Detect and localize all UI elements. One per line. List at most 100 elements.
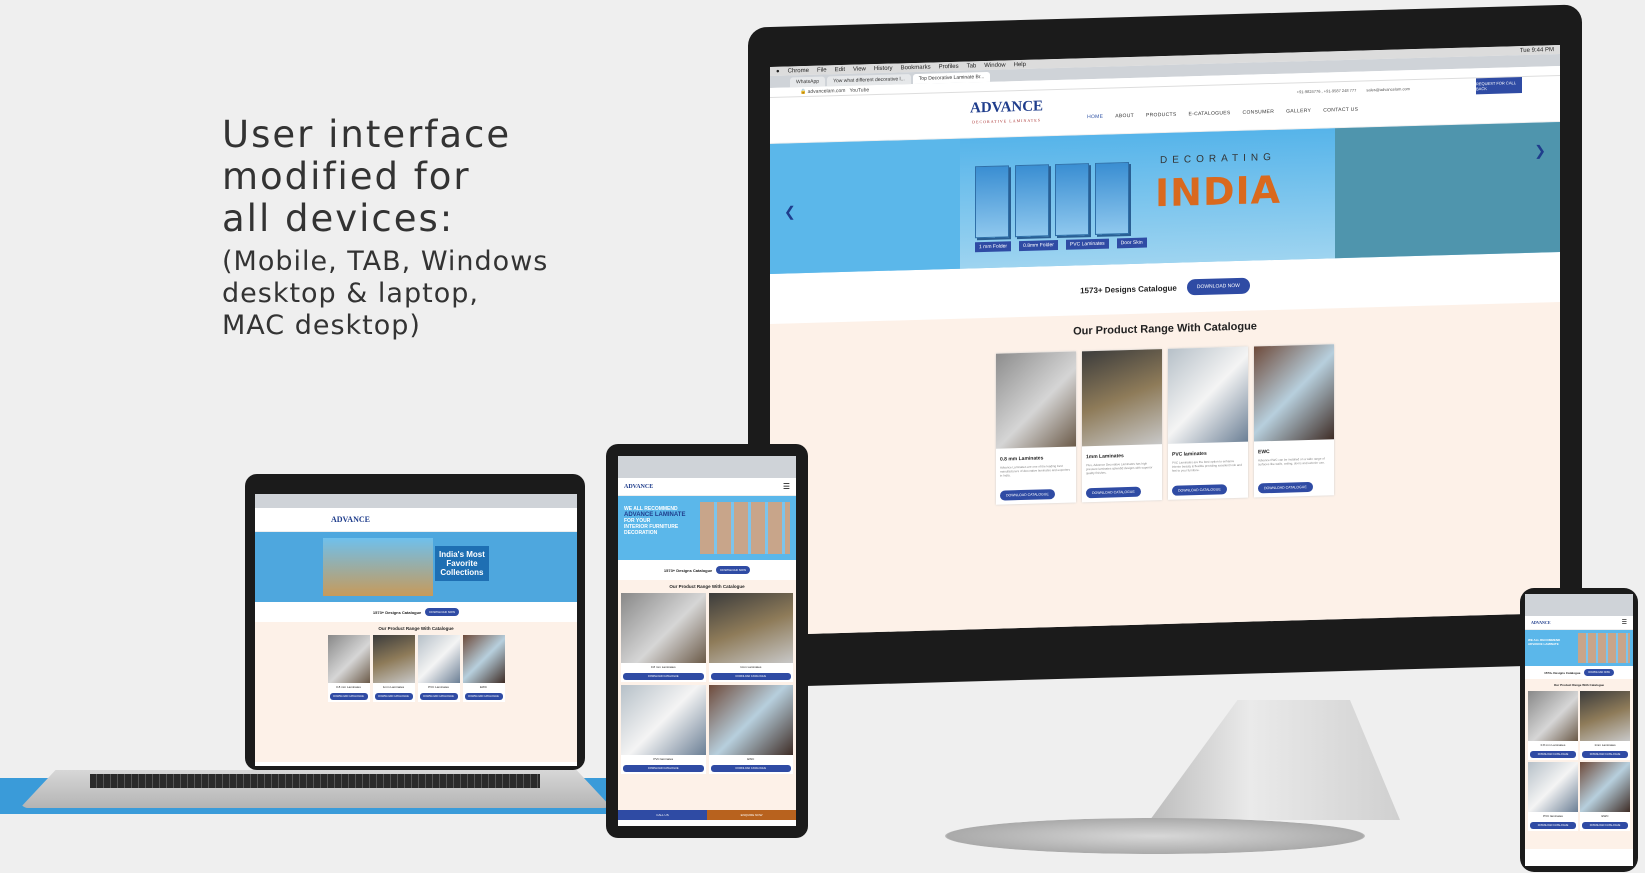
nav-e-catalogues[interactable]: E-CATALOGUES xyxy=(1188,110,1230,117)
people-photos xyxy=(1578,633,1630,663)
hero-banner: 1 mm Folder 0.8mm Folder PVC Laminates D… xyxy=(960,128,1335,269)
laptop-product-grid: 0.8 mm Laminates DOWNLOAD CATALOGUE 1mm L… xyxy=(255,635,577,702)
device-list: (Mobile, TAB, Windows desktop & laptop, … xyxy=(222,246,549,341)
callback-button[interactable]: REQUEST FOR CALL BACK xyxy=(1476,77,1522,95)
catalogue-book xyxy=(975,165,1009,239)
download-catalogue-button[interactable]: DOWNLOAD CATALOGUE xyxy=(623,765,704,772)
download-catalogue-button[interactable]: DOWNLOAD CATALOGUE xyxy=(1000,489,1055,501)
product-card[interactable]: 1mm Laminates DOWNLOAD CATALOGUE xyxy=(708,593,793,682)
product-card[interactable]: PVC Laminates DOWNLOAD CATALOGUE xyxy=(417,635,460,702)
product-name: 0.8 mm Laminates xyxy=(650,665,676,669)
catalogue-count: 1573+ Designs Catalogue xyxy=(1544,670,1581,675)
product-card[interactable]: EWC DOWNLOAD CATALOGUE xyxy=(462,635,505,702)
product-card[interactable]: EWC DOWNLOAD CATALOGUE xyxy=(1580,762,1630,831)
download-catalogue-button[interactable]: DOWNLOAD CATALOGUE xyxy=(1258,481,1313,494)
product-name: PVC Laminates xyxy=(428,685,449,689)
product-card[interactable]: EWC Advance EWC can be installed on a wi… xyxy=(1254,344,1334,498)
browser-tab[interactable]: WhatsApp xyxy=(790,76,826,88)
menu-tab[interactable]: Tab xyxy=(967,63,977,69)
laptop-keys xyxy=(90,774,540,788)
download-catalogue-button[interactable]: DOWNLOAD CATALOGUE xyxy=(329,693,368,700)
bookmark-youtube[interactable]: YouTube xyxy=(850,87,870,94)
product-name: PVC laminates xyxy=(1543,814,1563,818)
menu-view[interactable]: View xyxy=(853,66,866,72)
download-catalogue-button[interactable]: DOWNLOAD CATALOGUE xyxy=(1172,484,1227,496)
menu-help[interactable]: Help xyxy=(1014,61,1026,67)
download-catalogue-button[interactable]: DOWNLOAD CATALOGUE xyxy=(1530,822,1576,829)
download-catalogue-button[interactable]: DOWNLOAD CATALOGUE xyxy=(623,673,704,680)
product-card[interactable]: 0.8 mm Laminates DOWNLOAD CATALOGUE xyxy=(327,635,370,702)
hero-text-line: India's Most xyxy=(439,550,485,559)
nav-home[interactable]: HOME xyxy=(1087,113,1103,119)
menu-edit[interactable]: Edit xyxy=(835,66,845,72)
download-now-button[interactable]: DOWNLOAD NOW xyxy=(425,608,460,616)
apple-icon[interactable]: ● xyxy=(776,68,780,74)
menu-bookmarks[interactable]: Bookmarks xyxy=(901,64,931,71)
download-catalogue-button[interactable]: DOWNLOAD CATALOGUE xyxy=(710,673,791,680)
monitor-stand-neck xyxy=(1150,700,1400,820)
download-catalogue-button[interactable]: DOWNLOAD CATALOGUE xyxy=(1582,822,1628,829)
catalogue-books xyxy=(975,162,1129,239)
menu-profiles[interactable]: Profiles xyxy=(939,63,959,70)
hero-right-panel xyxy=(1335,121,1560,259)
site-logo[interactable]: ADVANCE DECORATIVE LAMINATES xyxy=(970,98,1043,129)
tablet-logo[interactable]: ADVANCE xyxy=(624,484,653,490)
phone-numbers[interactable]: +91-9824776 , +91-9587 248 777 xyxy=(1297,88,1357,95)
hero-text-line: DECORATION xyxy=(624,530,658,536)
download-now-button[interactable]: DOWNLOAD NOW xyxy=(1584,669,1614,676)
download-catalogue-button[interactable]: DOWNLOAD CATALOGUE xyxy=(419,693,458,700)
menu-window[interactable]: Window xyxy=(984,62,1005,69)
laptop-logo[interactable]: ADVANCE xyxy=(331,515,370,524)
product-image xyxy=(462,635,505,683)
download-catalogue-button[interactable]: DOWNLOAD CATALOGUE xyxy=(710,765,791,772)
nav-about[interactable]: ABOUT xyxy=(1115,112,1134,119)
email-address[interactable]: sales@advancelam.com xyxy=(1366,86,1410,92)
phone-logo[interactable]: ADVANCE xyxy=(1531,620,1550,625)
tablet-catalogue-strip: 1573+ Designs Catalogue DOWNLOAD NOW xyxy=(618,560,796,580)
catalogue-book xyxy=(1095,162,1129,235)
book-label: PVC Laminates xyxy=(1065,238,1109,250)
product-cards: 0.8 mm Laminates Advance Laminates are o… xyxy=(770,338,1560,511)
download-now-button[interactable]: DOWNLOAD NOW xyxy=(716,566,751,574)
slider-prev-icon[interactable]: ❮ xyxy=(784,203,796,220)
download-catalogue-button[interactable]: DOWNLOAD CATALOGUE xyxy=(1582,751,1628,758)
product-card[interactable]: PVC laminates DOWNLOAD CATALOGUE xyxy=(1528,762,1578,831)
nav-contact[interactable]: CONTACT US xyxy=(1323,106,1358,113)
product-card[interactable]: 0.8 mm Laminates DOWNLOAD CATALOGUE xyxy=(1528,691,1578,760)
nav-consumer[interactable]: CONSUMER xyxy=(1243,108,1275,115)
tablet-bottom-bar: CALL US ENQUIRE NOW xyxy=(618,810,796,820)
catalogue-book xyxy=(1055,163,1089,237)
product-card[interactable]: 1mm Laminates DOWNLOAD CATALOGUE xyxy=(372,635,415,702)
hero-slider: 1 mm Folder 0.8mm Folder PVC Laminates D… xyxy=(770,121,1560,275)
product-card[interactable]: 0.8 mm Laminates DOWNLOAD CATALOGUE xyxy=(621,593,706,682)
nav-gallery[interactable]: GALLERY xyxy=(1286,107,1311,114)
book-label: Door Skin xyxy=(1116,237,1147,249)
slider-next-icon[interactable]: ❯ xyxy=(1534,142,1546,159)
product-card[interactable]: PVC laminates DOWNLOAD CATALOGUE xyxy=(621,685,706,774)
menu-history[interactable]: History xyxy=(874,65,893,72)
nav-products[interactable]: PRODUCTS xyxy=(1146,111,1176,118)
menu-file[interactable]: File xyxy=(817,67,827,73)
enquire-now-button[interactable]: ENQUIRE NOW xyxy=(707,810,796,820)
tablet-product-grid: 0.8 mm Laminates DOWNLOAD CATALOGUE 1mm L… xyxy=(618,593,796,774)
catalogue-book xyxy=(1015,164,1049,238)
hero-text-line: Collections xyxy=(440,568,484,577)
product-card[interactable]: 1mm Laminates DOWNLOAD CATALOGUE xyxy=(1580,691,1630,760)
download-now-button[interactable]: DOWNLOAD NOW xyxy=(1186,277,1250,296)
product-card[interactable]: 0.8 mm Laminates Advance Laminates are o… xyxy=(996,351,1076,505)
product-name: 0.8 mm Laminates xyxy=(336,685,361,689)
download-catalogue-button[interactable]: DOWNLOAD CATALOGUE xyxy=(1086,486,1141,499)
call-us-button[interactable]: CALL US xyxy=(618,810,707,820)
product-card[interactable]: 1mm Laminates Plus, Advance Decorative L… xyxy=(1082,349,1162,503)
hamburger-menu-icon[interactable]: ☰ xyxy=(1622,619,1627,626)
product-card[interactable]: EWC DOWNLOAD CATALOGUE xyxy=(708,685,793,774)
product-card[interactable]: PVC laminates PVC Laminates are the best… xyxy=(1168,346,1248,500)
range-title: Our Product Range With Catalogue xyxy=(669,584,745,589)
hamburger-menu-icon[interactable]: ☰ xyxy=(783,482,790,491)
download-catalogue-button[interactable]: DOWNLOAD CATALOGUE xyxy=(374,693,413,700)
product-desc: Advance EWC can be installed on a wide r… xyxy=(1258,456,1325,467)
download-catalogue-button[interactable]: DOWNLOAD CATALOGUE xyxy=(464,693,503,700)
menu-chrome[interactable]: Chrome xyxy=(788,67,809,74)
product-image xyxy=(1082,349,1162,447)
download-catalogue-button[interactable]: DOWNLOAD CATALOGUE xyxy=(1530,751,1576,758)
